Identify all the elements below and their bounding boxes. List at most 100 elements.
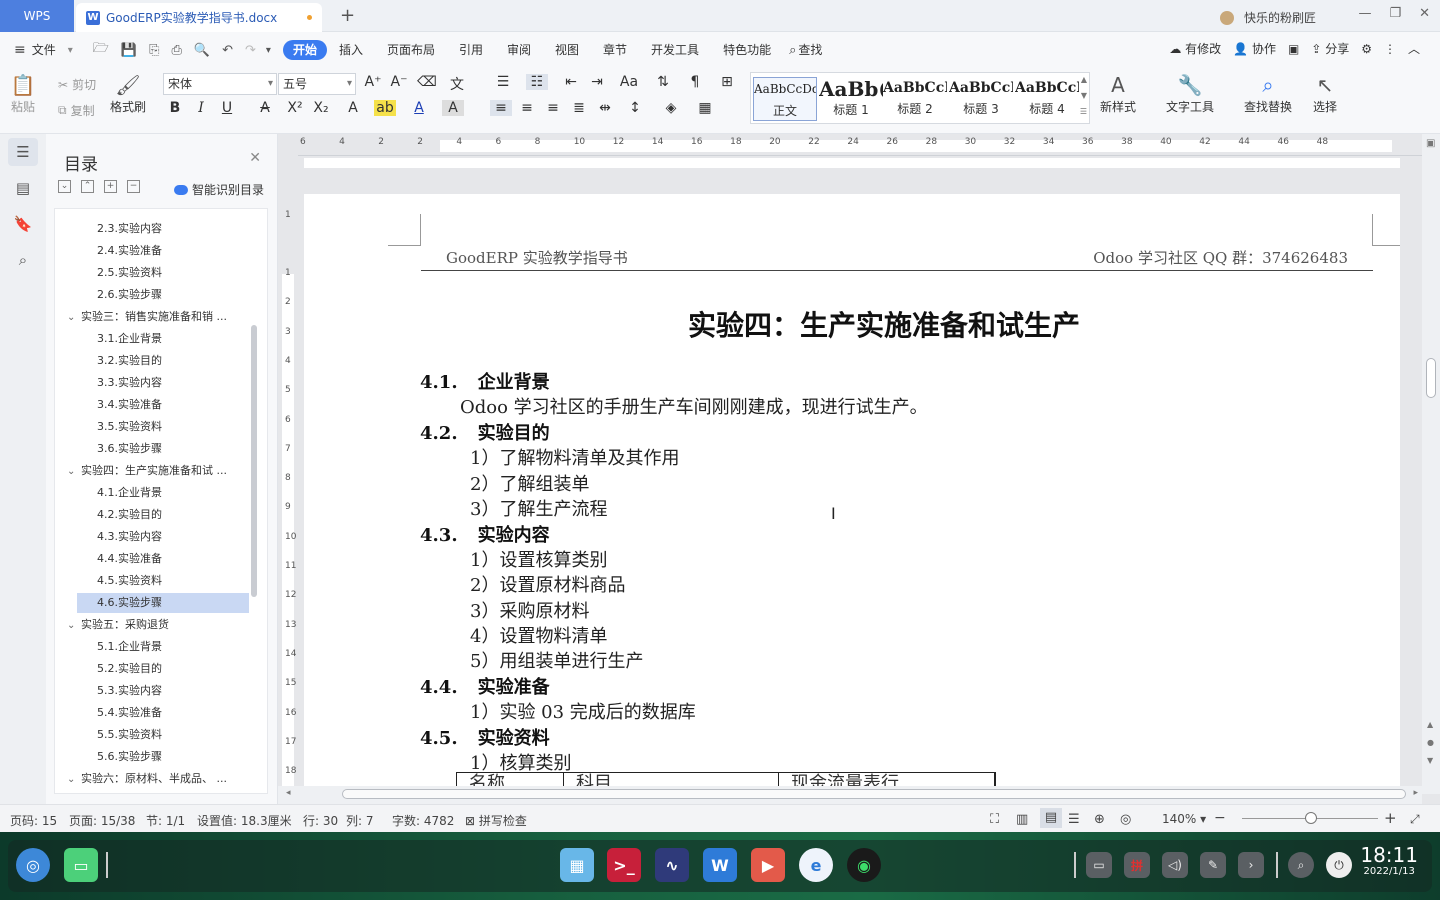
chevron-down-icon[interactable]: ⌄ [67,616,81,636]
italic-icon[interactable]: I [190,100,212,116]
hamburger-icon[interactable]: ≡ [14,42,26,58]
page-thumbnail-icon[interactable]: ▤ [8,174,38,202]
grow-font-icon[interactable]: A⁺ [362,74,384,90]
toc-section-item[interactable]: 4.6.实验步骤 [77,593,249,613]
page-count[interactable]: 页面: 15/38 [69,812,135,829]
font-color-icon[interactable]: A [408,100,430,116]
reading-mode-icon[interactable]: ▥ [1016,812,1028,827]
remove-heading-icon[interactable]: − [127,180,140,193]
find-panel-icon[interactable]: ⌕ [8,246,38,274]
save-icon[interactable]: 💾 [121,43,137,58]
style-normal[interactable]: AaBbCcDd 正文 [753,77,817,121]
smart-toc-button[interactable]: 智能识别目录 [174,181,264,198]
hscroll-thumb[interactable] [342,789,1406,799]
prev-page-icon[interactable]: ▲ [1427,720,1433,729]
toc-chapter-item[interactable]: ⌄ 实验四：生产实施准备和试 ... [67,461,227,481]
decrease-indent-icon[interactable]: ⇤ [560,74,582,90]
toc-section-item[interactable]: 4.2.实验目的 [97,505,162,525]
print-preview-icon[interactable]: 🔍 [194,43,210,58]
desktop-icon[interactable]: ▭ [64,848,98,882]
style-heading-1[interactable]: AaBb( 标题 1 [819,77,883,121]
wps-home-tab[interactable]: WPS [0,0,74,32]
browser-icon[interactable]: e [799,848,833,882]
shading-fill-icon[interactable]: ◈ [660,100,682,116]
shrink-font-icon[interactable]: A⁻ [388,74,410,90]
menu-file[interactable]: 文件 [26,40,68,60]
row-number[interactable]: 行: 30 [303,812,338,829]
toc-scrollbar[interactable] [251,325,257,597]
scroll-right-icon[interactable]: ▸ [1413,788,1418,798]
subscript-icon[interactable]: X₂ [310,100,332,116]
document-page[interactable]: GoodERP 实验教学指导书 Odoo 学习社区 QQ 群：374626483… [304,194,1400,804]
fullscreen-icon[interactable]: ⛶ [990,812,999,827]
zoom-slider-handle[interactable] [1305,812,1317,824]
select-button[interactable]: ↖ 选择 [1312,72,1338,115]
menu-search[interactable]: 查找 [796,40,834,60]
expand-tray-icon[interactable]: › [1238,852,1264,878]
style-heading-3[interactable]: AaBbCcI 标题 3 [949,77,1013,121]
search-icon[interactable]: ⌕ [789,43,796,58]
style-scroll-up-icon[interactable]: ▲ [1081,75,1087,84]
align-center-icon[interactable]: ≡ [516,100,538,116]
collaborate-button[interactable]: 👤 协作 [1233,40,1276,57]
settings-gear-icon[interactable]: ⚙ [1361,42,1372,56]
cut-button[interactable]: ✂ 剪切 [58,76,96,93]
horizontal-ruler[interactable]: 6 4 2 2 4 6 8 10 12 14 16 18 20 22 24 26 28 30 32 34 36 38 40 4… [298,134,1428,156]
export-icon[interactable]: ⎘ [149,43,159,58]
column-number[interactable]: 列: 7 [346,812,374,829]
toc-chapter-item[interactable]: ⌄ 实验三：销售实施准备和销 ... [67,307,227,327]
volume-icon[interactable]: ◁) [1162,852,1188,878]
chevron-down-icon[interactable]: ⌄ [67,308,81,328]
toc-section-item[interactable]: 5.5.实验资料 [97,725,162,745]
document-tab[interactable]: W GoodERP实验教学指导书.docx [76,3,322,32]
redo-icon[interactable]: ↷ [245,43,256,58]
input-method-icon[interactable]: 拼 [1124,852,1150,878]
more-options-icon[interactable]: ⋮ [1384,42,1396,56]
bullets-icon[interactable]: ☰ [492,74,514,90]
format-painter-button[interactable]: 🖌 格式刷 [110,72,146,115]
toc-section-item[interactable]: 4.5.实验资料 [97,571,162,591]
clear-format-icon[interactable]: ⌫ [416,74,438,90]
changes-button[interactable]: ☁ 有修改 [1169,40,1221,57]
toc-section-item[interactable]: 2.3.实验内容 [97,219,162,239]
file-dropdown-chevron-icon[interactable]: ▾ [68,45,73,56]
quick-access-more-icon[interactable]: ▾ [266,45,271,56]
strikethrough-icon[interactable]: A [254,100,276,116]
zoom-level[interactable]: 140% ▾ [1162,812,1206,826]
undo-icon[interactable]: ↶ [222,43,233,58]
toc-section-item[interactable]: 5.2.实验目的 [97,659,162,679]
camera-tray-icon[interactable]: ▭ [1086,852,1112,878]
toc-section-item[interactable]: 5.1.企业背景 [97,637,162,657]
justify-icon[interactable]: ≣ [568,100,590,116]
share-button[interactable]: ⇪ 分享 [1311,40,1349,57]
toc-section-item[interactable]: 2.5.实验资料 [97,263,162,283]
line-spacing-icon[interactable]: ↕ [624,100,646,116]
tab-chapter[interactable]: 章节 [591,40,639,60]
toc-section-item[interactable]: 3.2.实验目的 [97,351,162,371]
toc-section-item[interactable]: 3.1.企业背景 [97,329,162,349]
new-style-button[interactable]: A 新样式 [1100,72,1136,115]
expand-icon[interactable]: ⌃ [81,180,94,193]
phonetic-guide-icon[interactable]: 文 [446,74,468,94]
collapse-ribbon-icon[interactable]: ︿ [1408,40,1420,57]
doc-panel-icon[interactable]: ▣ [1288,42,1299,56]
superscript-icon[interactable]: X² [284,100,306,116]
system-monitor-icon[interactable]: ∿ [655,848,689,882]
scroll-left-icon[interactable]: ◂ [286,788,291,798]
toc-section-item[interactable]: 3.6.实验步骤 [97,439,162,459]
copy-button[interactable]: ⧉ 复制 [58,102,95,119]
chevron-down-icon[interactable]: ⌄ [67,462,81,482]
doc-icon[interactable]: ▣ [1426,138,1435,149]
file-manager-icon[interactable]: ▦ [560,848,594,882]
style-heading-2[interactable]: AaBbCcI 标题 2 [883,77,947,121]
toc-section-item[interactable]: 5.4.实验准备 [97,703,162,723]
table-border-icon[interactable]: ⊞ [716,74,738,90]
minimize-icon[interactable]: — [1358,6,1371,21]
vertical-scrollbar[interactable]: ▣ ▲ ● ▼ [1422,134,1440,794]
toc-panel-icon[interactable]: ☰ [8,138,38,166]
vertical-ruler[interactable]: 1 1 2 3 4 5 6 7 8 9 10 11 12 13 14 15 16 17 18 [280,164,296,804]
toc-section-item[interactable]: 4.3.实验内容 [97,527,162,547]
web-view-icon[interactable]: ⊕ [1094,812,1105,827]
show-marks-icon[interactable]: ¶ [684,74,706,90]
char-shading-icon[interactable]: A [442,100,464,116]
